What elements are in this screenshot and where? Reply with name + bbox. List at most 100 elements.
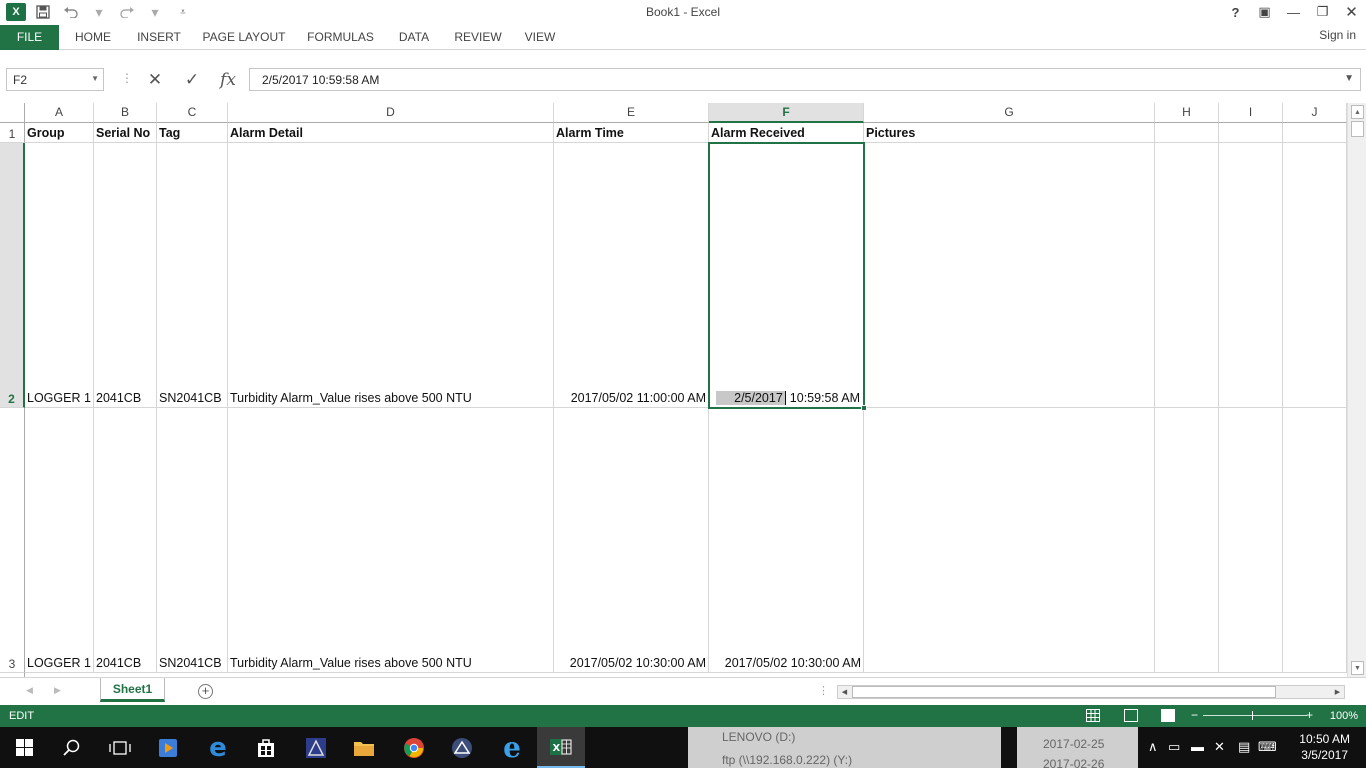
cell-a1[interactable]: Group [25,123,94,143]
formula-input[interactable]: 2/5/2017 10:59:58 AM ▼ [249,68,1361,91]
task-view-icon[interactable] [96,727,144,768]
tab-page-layout[interactable]: PAGE LAYOUT [198,25,290,50]
prev-sheet-icon[interactable]: ◀ [26,685,33,696]
tab-insert[interactable]: INSERT [131,25,187,50]
chevron-up-icon[interactable]: ∧ [1148,739,1158,755]
add-sheet-icon[interactable]: + [198,684,213,699]
horizontal-scrollbar[interactable]: ◀ ▶ [837,685,1345,699]
cell-f2[interactable]: 2/5/2017 10:59:58 AM [709,143,864,408]
cell-g1[interactable]: Pictures [864,123,1155,143]
sign-in-link[interactable]: Sign in [1319,28,1356,42]
action-center-icon[interactable]: ▤ [1238,739,1250,755]
cell-i2[interactable] [1219,143,1283,408]
cell-c1[interactable]: Tag [157,123,228,143]
mountain-app-icon[interactable] [438,727,486,768]
chrome-icon[interactable] [390,727,438,768]
cell-g2[interactable] [864,143,1155,408]
column-header-b[interactable]: B [94,103,157,123]
store-icon[interactable] [242,727,290,768]
ribbon-display-icon[interactable]: ▣ [1250,0,1279,24]
column-header-h[interactable]: H [1155,103,1219,123]
edge-browser-icon[interactable]: e [194,727,242,768]
tab-data[interactable]: DATA [390,25,438,50]
cancel-icon[interactable]: ✕ [143,69,167,91]
cell-j1[interactable] [1283,123,1347,143]
tab-review[interactable]: REVIEW [448,25,508,50]
vertical-scroll-thumb[interactable] [1351,121,1364,137]
row-header-1[interactable]: 1 [0,123,25,143]
restore-icon[interactable]: ❐ [1308,0,1337,24]
zoom-slider[interactable] [1203,715,1307,716]
insert-function-icon[interactable]: fx [216,69,240,91]
minimize-icon[interactable]: — [1279,0,1308,24]
name-box[interactable]: F2 ▼ [6,68,104,91]
cell-i1[interactable] [1219,123,1283,143]
help-icon[interactable]: ? [1221,0,1250,24]
enter-icon[interactable]: ✓ [180,69,204,91]
cell-j3[interactable] [1283,408,1347,673]
cell-b1[interactable]: Serial No [94,123,157,143]
cell-i3[interactable] [1219,408,1283,673]
cell-d3[interactable]: Turbidity Alarm_Value rises above 500 NT… [228,408,554,673]
zoom-level[interactable]: 100% [1330,710,1358,722]
page-layout-view-icon[interactable] [1124,709,1138,722]
next-sheet-icon[interactable]: ▶ [54,685,61,696]
tab-home[interactable]: HOME [64,25,122,50]
keyboard-icon[interactable]: ⌨ [1258,739,1277,755]
expand-formula-bar-icon[interactable]: ▼ [1344,73,1354,84]
cell-e1[interactable]: Alarm Time [554,123,709,143]
cell-f1[interactable]: Alarm Received [709,123,864,143]
tab-file[interactable]: FILE [0,25,59,50]
scroll-down-icon[interactable]: ▼ [1351,661,1364,675]
column-header-g[interactable]: G [864,103,1155,123]
zoom-in-icon[interactable]: + [1306,708,1313,722]
app-logo-icon[interactable] [292,727,340,768]
close-icon[interactable]: ✕ [1337,0,1366,24]
internet-explorer-icon[interactable]: e [488,727,536,768]
cell-b3[interactable]: 2041CB [94,408,157,673]
cell-h1[interactable] [1155,123,1219,143]
clock[interactable]: 10:50 AM 3/5/2017 [1299,731,1350,763]
chevron-down-icon[interactable]: ▼ [91,74,99,83]
column-header-d[interactable]: D [228,103,554,123]
vertical-scrollbar[interactable]: ▲ ▼ [1347,103,1366,677]
windows-start-icon[interactable] [0,727,48,768]
row-header-2[interactable]: 2 [0,143,25,408]
cell-h3[interactable] [1155,408,1219,673]
tab-formulas[interactable]: FORMULAS [300,25,381,50]
cell-a3[interactable]: LOGGER 1 [25,408,94,673]
column-header-a[interactable]: A [25,103,94,123]
cell-d2[interactable]: Turbidity Alarm_Value rises above 500 NT… [228,143,554,408]
cell-g3[interactable] [864,408,1155,673]
network-icon[interactable]: ▭ [1168,739,1180,755]
row-header-3[interactable]: 3 [0,408,25,673]
column-header-i[interactable]: I [1219,103,1283,123]
scroll-left-icon[interactable]: ◀ [838,686,851,698]
column-header-f[interactable]: F [709,103,864,123]
cell-j2[interactable] [1283,143,1347,408]
search-icon[interactable] [48,727,96,768]
cell-a2[interactable]: LOGGER 1 [25,143,94,408]
sheet-tab-sheet1[interactable]: Sheet1 [100,678,165,702]
normal-view-icon[interactable] [1086,709,1100,722]
cell-c2[interactable]: SN2041CB [157,143,228,408]
file-explorer-icon[interactable] [340,727,388,768]
cell-c3[interactable]: SN2041CB [157,408,228,673]
scroll-right-icon[interactable]: ▶ [1331,686,1344,698]
column-header-e[interactable]: E [554,103,709,123]
cell-d1[interactable]: Alarm Detail [228,123,554,143]
zoom-slider-thumb[interactable] [1252,711,1253,720]
horizontal-scroll-thumb[interactable] [852,686,1276,698]
cell-h2[interactable] [1155,143,1219,408]
select-all-corner[interactable] [0,103,25,123]
column-header-c[interactable]: C [157,103,228,123]
tab-view[interactable]: VIEW [518,25,562,50]
media-player-icon[interactable] [144,727,192,768]
excel-taskbar-icon[interactable]: X [537,727,585,768]
tab-split-grip-icon[interactable]: ⋮ [818,684,829,697]
battery-icon[interactable]: ▬ [1191,739,1204,754]
page-break-preview-icon[interactable] [1161,709,1175,722]
zoom-out-icon[interactable]: − [1191,708,1198,722]
cell-b2[interactable]: 2041CB [94,143,157,408]
cell-f3[interactable]: 2017/05/02 10:30:00 AM [709,408,864,673]
